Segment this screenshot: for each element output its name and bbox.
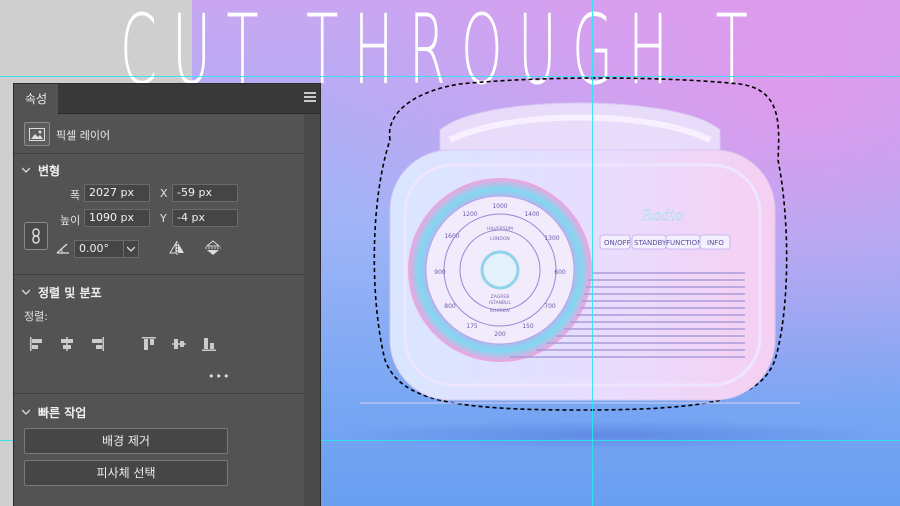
flip-horizontal-icon[interactable]	[168, 240, 186, 256]
section-align-header[interactable]: 정렬 및 분포	[22, 284, 102, 301]
dial-number: 1400	[524, 211, 539, 218]
dial-city: ZAGREB	[491, 294, 510, 300]
height-label: 높이	[60, 214, 81, 227]
radio-brand-logo: Radio	[641, 208, 683, 224]
dial-number: 1600	[444, 233, 459, 240]
radio-button-label: STANDBY	[634, 239, 667, 247]
divider	[14, 393, 304, 394]
radio-button-label: FUNCTION	[666, 239, 702, 247]
height-input[interactable]: 1090 px	[84, 209, 150, 227]
chevron-down-icon	[127, 246, 135, 252]
align-middle-v-icon[interactable]	[170, 336, 188, 352]
rotation-dropdown[interactable]	[123, 240, 139, 258]
align-left-icon[interactable]	[28, 336, 46, 352]
align-bottom-icon[interactable]	[200, 336, 218, 352]
chain-link-icon	[32, 228, 40, 244]
divider	[14, 274, 304, 275]
dial-number: 600	[554, 269, 566, 276]
align-top-icon[interactable]	[140, 336, 158, 352]
angle-icon	[54, 240, 72, 256]
align-center-h-icon[interactable]	[58, 336, 76, 352]
section-quick-actions-header[interactable]: 빠른 작업	[22, 404, 86, 421]
link-proportions-button[interactable]	[24, 222, 48, 250]
select-subject-button[interactable]: 피사체 선택	[24, 460, 228, 486]
x-label: X	[160, 187, 168, 200]
tab-properties[interactable]: 속성	[14, 84, 58, 114]
section-transform-header[interactable]: 변형	[22, 162, 60, 179]
chevron-down-icon	[22, 409, 30, 415]
chevron-down-icon	[22, 167, 30, 173]
chevron-down-icon	[22, 289, 30, 295]
width-input[interactable]: 2027 px	[84, 184, 150, 202]
pixel-layer-icon	[24, 122, 50, 146]
panel-tab-bar: 속성	[14, 84, 320, 114]
y-label: Y	[160, 212, 167, 225]
width-label: 폭	[70, 189, 81, 202]
radio-button-label: ON/OFF	[604, 239, 631, 247]
section-align-title: 정렬 및 분포	[38, 286, 102, 300]
guide-line[interactable]	[0, 76, 900, 77]
dial-number: 800	[444, 303, 456, 310]
dial-city: HILVERSUM	[487, 226, 513, 232]
properties-panel: 속성 픽셀 레이어 변형 폭 2027 px X -59 px 높이 1090 …	[14, 84, 320, 506]
dial-number: 700	[544, 303, 556, 310]
remove-background-button[interactable]: 배경 제거	[24, 428, 228, 454]
radio-shadow	[330, 420, 890, 450]
section-quick-actions-title: 빠른 작업	[38, 406, 87, 420]
y-input[interactable]: -4 px	[172, 209, 238, 227]
align-right-icon[interactable]	[88, 336, 106, 352]
divider	[14, 153, 304, 154]
dial-number: 900	[434, 269, 446, 276]
dial-number: 1000	[492, 203, 507, 210]
dial-number: 200	[494, 331, 506, 338]
dial-number: 1200	[462, 211, 477, 218]
dial-number: 150	[522, 323, 534, 330]
guide-line[interactable]	[592, 0, 593, 506]
dial-number: 1300	[544, 235, 559, 242]
radio-image[interactable]: 1000 1400 1200 1300 1600 600 900 700 800…	[360, 70, 800, 420]
more-options-button[interactable]: •••	[208, 370, 230, 383]
panel-scrollbar[interactable]	[304, 114, 320, 506]
section-transform-title: 변형	[38, 164, 61, 178]
dial-city: ISTANBUL	[489, 300, 511, 306]
layer-type-label: 픽셀 레이어	[56, 129, 111, 142]
dial-number: 175	[466, 323, 478, 330]
dial-city: LONDON	[490, 236, 510, 242]
panel-content: 픽셀 레이어 변형 폭 2027 px X -59 px 높이 1090 px …	[14, 114, 304, 506]
panel-menu-icon[interactable]	[304, 92, 316, 104]
dial-city: KHARKIV	[490, 308, 511, 314]
flip-vertical-icon[interactable]	[204, 240, 222, 256]
x-input[interactable]: -59 px	[172, 184, 238, 202]
radio-button-label: INFO	[707, 239, 724, 247]
align-sub-label: 정렬:	[24, 310, 48, 323]
